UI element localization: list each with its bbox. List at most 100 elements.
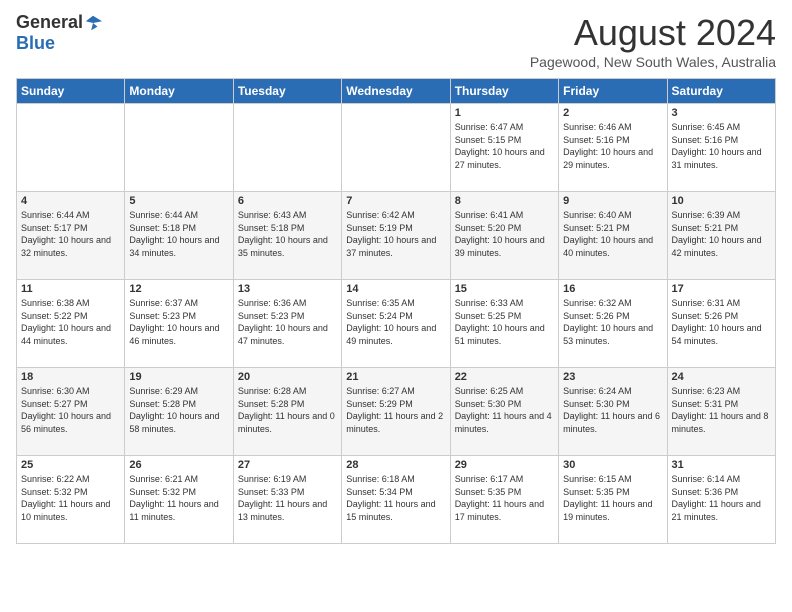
week-row-0: 1 Sunrise: 6:47 AM Sunset: 5:15 PM Daylig… xyxy=(17,104,776,192)
day-number: 20 xyxy=(238,371,337,383)
table-row: 1 Sunrise: 6:47 AM Sunset: 5:15 PM Daylig… xyxy=(450,104,558,192)
logo: General Blue xyxy=(16,12,102,54)
day-info: Sunrise: 6:43 AM Sunset: 5:18 PM Dayligh… xyxy=(238,209,337,259)
header: General Blue August 2024 Pagewood, New S… xyxy=(16,12,776,70)
day-number: 31 xyxy=(672,459,771,471)
day-number: 9 xyxy=(563,195,662,207)
day-number: 2 xyxy=(563,107,662,119)
day-info: Sunrise: 6:15 AM Sunset: 5:35 PM Dayligh… xyxy=(563,473,662,523)
week-row-2: 11 Sunrise: 6:38 AM Sunset: 5:22 PM Dayli… xyxy=(17,280,776,368)
day-number: 18 xyxy=(21,371,120,383)
table-row: 3 Sunrise: 6:45 AM Sunset: 5:16 PM Daylig… xyxy=(667,104,775,192)
day-number: 15 xyxy=(455,283,554,295)
day-info: Sunrise: 6:30 AM Sunset: 5:27 PM Dayligh… xyxy=(21,385,120,435)
day-number: 16 xyxy=(563,283,662,295)
day-info: Sunrise: 6:21 AM Sunset: 5:32 PM Dayligh… xyxy=(129,473,228,523)
table-row: 23 Sunrise: 6:24 AM Sunset: 5:30 PM Dayli… xyxy=(559,368,667,456)
day-number: 1 xyxy=(455,107,554,119)
col-tuesday: Tuesday xyxy=(233,79,341,104)
table-row: 21 Sunrise: 6:27 AM Sunset: 5:29 PM Dayli… xyxy=(342,368,450,456)
table-row: 4Sunrise: 6:44 AM Sunset: 5:17 PM Daylig… xyxy=(17,192,125,280)
day-number: 5 xyxy=(129,195,228,207)
table-row: 15 Sunrise: 6:33 AM Sunset: 5:25 PM Dayli… xyxy=(450,280,558,368)
day-info: Sunrise: 6:14 AM Sunset: 5:36 PM Dayligh… xyxy=(672,473,771,523)
week-row-3: 18 Sunrise: 6:30 AM Sunset: 5:27 PM Dayli… xyxy=(17,368,776,456)
day-number: 23 xyxy=(563,371,662,383)
title-area: August 2024 Pagewood, New South Wales, A… xyxy=(530,12,776,70)
table-row: 10Sunrise: 6:39 AM Sunset: 5:21 PM Dayli… xyxy=(667,192,775,280)
day-number: 22 xyxy=(455,371,554,383)
day-info: Sunrise: 6:39 AM Sunset: 5:21 PM Dayligh… xyxy=(672,209,771,259)
col-friday: Friday xyxy=(559,79,667,104)
table-row: 29 Sunrise: 6:17 AM Sunset: 5:35 PM Dayli… xyxy=(450,456,558,544)
table-row: 6 Sunrise: 6:43 AM Sunset: 5:18 PM Daylig… xyxy=(233,192,341,280)
day-info: Sunrise: 6:29 AM Sunset: 5:28 PM Dayligh… xyxy=(129,385,228,435)
day-info: Sunrise: 6:31 AM Sunset: 5:26 PM Dayligh… xyxy=(672,297,771,347)
day-info: Sunrise: 6:35 AM Sunset: 5:24 PM Dayligh… xyxy=(346,297,445,347)
day-info: Sunrise: 6:17 AM Sunset: 5:35 PM Dayligh… xyxy=(455,473,554,523)
logo-blue-text: Blue xyxy=(16,33,55,54)
day-number: 27 xyxy=(238,459,337,471)
table-row: 19Sunrise: 6:29 AM Sunset: 5:28 PM Dayli… xyxy=(125,368,233,456)
col-wednesday: Wednesday xyxy=(342,79,450,104)
table-row: 11 Sunrise: 6:38 AM Sunset: 5:22 PM Dayli… xyxy=(17,280,125,368)
table-row: 18 Sunrise: 6:30 AM Sunset: 5:27 PM Dayli… xyxy=(17,368,125,456)
table-row: 7 Sunrise: 6:42 AM Sunset: 5:19 PM Daylig… xyxy=(342,192,450,280)
calendar-table: Sunday Monday Tuesday Wednesday Thursday… xyxy=(16,78,776,544)
week-row-1: 4Sunrise: 6:44 AM Sunset: 5:17 PM Daylig… xyxy=(17,192,776,280)
day-number: 24 xyxy=(672,371,771,383)
day-info: Sunrise: 6:45 AM Sunset: 5:16 PM Dayligh… xyxy=(672,121,771,171)
day-info: Sunrise: 6:47 AM Sunset: 5:15 PM Dayligh… xyxy=(455,121,554,171)
day-info: Sunrise: 6:24 AM Sunset: 5:30 PM Dayligh… xyxy=(563,385,662,435)
day-number: 21 xyxy=(346,371,445,383)
table-row: 25 Sunrise: 6:22 AM Sunset: 5:32 PM Dayli… xyxy=(17,456,125,544)
day-info: Sunrise: 6:28 AM Sunset: 5:28 PM Dayligh… xyxy=(238,385,337,435)
day-info: Sunrise: 6:44 AM Sunset: 5:18 PM Dayligh… xyxy=(129,209,228,259)
table-row: 14Sunrise: 6:35 AM Sunset: 5:24 PM Dayli… xyxy=(342,280,450,368)
day-number: 25 xyxy=(21,459,120,471)
logo-general-text: General xyxy=(16,12,83,33)
table-row: 12Sunrise: 6:37 AM Sunset: 5:23 PM Dayli… xyxy=(125,280,233,368)
day-info: Sunrise: 6:18 AM Sunset: 5:34 PM Dayligh… xyxy=(346,473,445,523)
day-info: Sunrise: 6:37 AM Sunset: 5:23 PM Dayligh… xyxy=(129,297,228,347)
day-number: 11 xyxy=(21,283,120,295)
logo-bird-icon xyxy=(84,14,102,32)
day-number: 7 xyxy=(346,195,445,207)
col-sunday: Sunday xyxy=(17,79,125,104)
day-info: Sunrise: 6:23 AM Sunset: 5:31 PM Dayligh… xyxy=(672,385,771,435)
day-info: Sunrise: 6:36 AM Sunset: 5:23 PM Dayligh… xyxy=(238,297,337,347)
table-row xyxy=(233,104,341,192)
col-saturday: Saturday xyxy=(667,79,775,104)
day-number: 3 xyxy=(672,107,771,119)
table-row: 28 Sunrise: 6:18 AM Sunset: 5:34 PM Dayli… xyxy=(342,456,450,544)
day-info: Sunrise: 6:22 AM Sunset: 5:32 PM Dayligh… xyxy=(21,473,120,523)
table-row: 9 Sunrise: 6:40 AM Sunset: 5:21 PM Daylig… xyxy=(559,192,667,280)
day-number: 28 xyxy=(346,459,445,471)
table-row: 31 Sunrise: 6:14 AM Sunset: 5:36 PM Dayli… xyxy=(667,456,775,544)
table-row: 2Sunrise: 6:46 AM Sunset: 5:16 PM Daylig… xyxy=(559,104,667,192)
table-row: 13Sunrise: 6:36 AM Sunset: 5:23 PM Dayli… xyxy=(233,280,341,368)
day-number: 17 xyxy=(672,283,771,295)
table-row: 17 Sunrise: 6:31 AM Sunset: 5:26 PM Dayli… xyxy=(667,280,775,368)
col-thursday: Thursday xyxy=(450,79,558,104)
day-info: Sunrise: 6:41 AM Sunset: 5:20 PM Dayligh… xyxy=(455,209,554,259)
day-info: Sunrise: 6:32 AM Sunset: 5:26 PM Dayligh… xyxy=(563,297,662,347)
day-info: Sunrise: 6:42 AM Sunset: 5:19 PM Dayligh… xyxy=(346,209,445,259)
day-info: Sunrise: 6:40 AM Sunset: 5:21 PM Dayligh… xyxy=(563,209,662,259)
table-row: 22Sunrise: 6:25 AM Sunset: 5:30 PM Dayli… xyxy=(450,368,558,456)
col-monday: Monday xyxy=(125,79,233,104)
day-info: Sunrise: 6:27 AM Sunset: 5:29 PM Dayligh… xyxy=(346,385,445,435)
day-number: 8 xyxy=(455,195,554,207)
week-row-4: 25 Sunrise: 6:22 AM Sunset: 5:32 PM Dayli… xyxy=(17,456,776,544)
table-row xyxy=(17,104,125,192)
month-title: August 2024 xyxy=(530,12,776,54)
table-row: 30Sunrise: 6:15 AM Sunset: 5:35 PM Dayli… xyxy=(559,456,667,544)
location-title: Pagewood, New South Wales, Australia xyxy=(530,54,776,70)
table-row: 8 Sunrise: 6:41 AM Sunset: 5:20 PM Daylig… xyxy=(450,192,558,280)
day-info: Sunrise: 6:38 AM Sunset: 5:22 PM Dayligh… xyxy=(21,297,120,347)
table-row xyxy=(125,104,233,192)
day-number: 4 xyxy=(21,195,120,207)
day-number: 6 xyxy=(238,195,337,207)
day-info: Sunrise: 6:33 AM Sunset: 5:25 PM Dayligh… xyxy=(455,297,554,347)
day-number: 29 xyxy=(455,459,554,471)
